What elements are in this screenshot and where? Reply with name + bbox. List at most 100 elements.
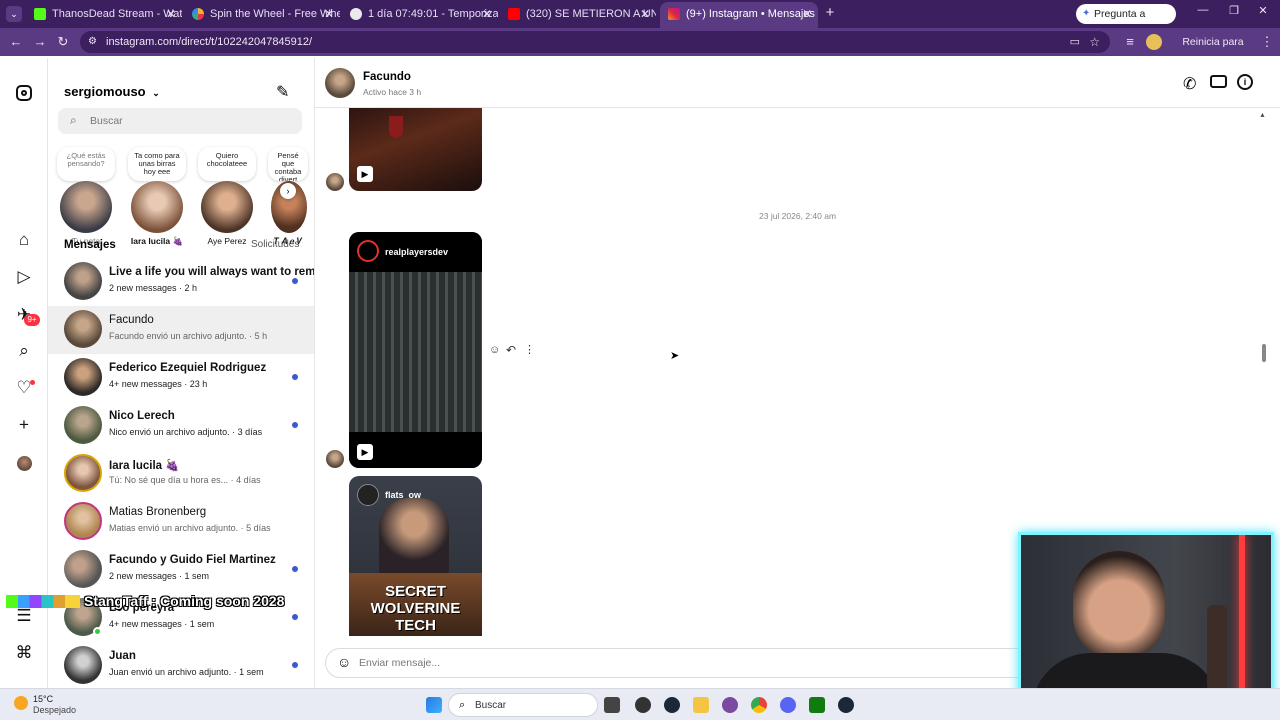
requests-link[interactable]: Solicitudes <box>251 239 299 250</box>
note-bubble: ¿Qué estás pensando? <box>57 147 115 181</box>
taskbar-search-label: Buscar <box>475 700 507 711</box>
profile-avatar[interactable] <box>1146 34 1162 50</box>
scroll-up-arrow[interactable]: ▲ <box>1259 112 1266 119</box>
discord-icon[interactable] <box>780 697 796 713</box>
close-tab-icon[interactable]: ✕ <box>802 2 812 26</box>
tab-thanosdead[interactable]: ThanosDead Stream - Watch Li... ✕ <box>26 4 182 24</box>
avatar <box>64 646 102 684</box>
conversation-row[interactable]: Iara lucila 🍇 Tú: No sé que día u hora e… <box>48 450 314 498</box>
menu-kebab-icon[interactable]: ⋮ <box>1259 34 1275 50</box>
app-icon[interactable] <box>722 697 738 713</box>
emoji-picker-icon[interactable]: ☺ <box>337 654 351 670</box>
gemini-button[interactable]: ✦ Pregunta a Gemini <box>1076 4 1176 40</box>
composer-placeholder: Enviar mensaje... <box>359 657 441 669</box>
conversation-preview: 4+ new messages · 23 h <box>109 379 208 389</box>
home-icon[interactable]: ⌂ <box>14 230 34 250</box>
steam-icon[interactable] <box>838 697 854 713</box>
close-window-icon[interactable]: ✕ <box>1256 4 1270 18</box>
tab-search-icon[interactable]: ⌄ <box>6 6 22 22</box>
file-explorer-icon[interactable] <box>693 697 709 713</box>
water-bottle <box>1207 605 1227 691</box>
update-button[interactable]: Reinicia para actualizar <box>1168 31 1258 70</box>
address-bar[interactable]: ⚙ instagram.com/direct/t/102242047845912… <box>80 31 1110 53</box>
restore-icon[interactable]: ❐ <box>1227 4 1241 18</box>
activity-dot <box>30 380 35 385</box>
scrollbar-thumb[interactable] <box>1262 344 1266 362</box>
search-icon[interactable]: ⌕ <box>14 341 34 361</box>
new-message-icon[interactable]: ✎ <box>276 82 289 102</box>
back-icon[interactable]: ← <box>8 34 24 50</box>
contact-name[interactable]: Facundo <box>363 71 411 83</box>
conversation-row-active[interactable]: Facundo Facundo envió un archivo adjunto… <box>48 306 314 354</box>
search-input[interactable]: ⌕ Buscar <box>58 108 302 134</box>
avatar <box>64 358 102 396</box>
install-app-icon[interactable]: ▭ <box>1070 31 1080 53</box>
reels-icon[interactable]: ▷ <box>14 267 34 287</box>
close-tab-icon[interactable]: ✕ <box>166 4 176 24</box>
close-tab-icon[interactable]: ✕ <box>324 4 334 24</box>
reel-thumbnail[interactable]: ▶ <box>349 108 482 191</box>
reel-thumbnail[interactable]: flats_ow SECRET WOLVERINE TECH <box>349 476 482 636</box>
contact-avatar[interactable] <box>325 68 355 98</box>
create-icon[interactable]: + <box>14 415 34 435</box>
extensions-icon[interactable]: ≡ <box>1122 34 1138 50</box>
tab-spin-wheel[interactable]: Spin the Wheel - Free Wheel Sp... ✕ <box>184 4 340 24</box>
tab-instagram[interactable]: (9+) Instagram • Mensajes ✕ <box>660 2 818 28</box>
info-icon[interactable]: i <box>1237 74 1253 90</box>
unread-dot <box>292 614 298 620</box>
xbox-icon[interactable] <box>809 697 825 713</box>
conversation-row[interactable]: Nico Lerech Nico envió un archivo adjunt… <box>48 402 314 450</box>
more-menu-icon[interactable]: ☰ <box>14 606 34 626</box>
conversation-preview: Nico envió un archivo adjunto. · 3 días <box>109 427 263 437</box>
steam-icon[interactable] <box>664 697 680 713</box>
weather-icon[interactable] <box>14 696 28 710</box>
close-tab-icon[interactable]: ✕ <box>640 4 650 24</box>
conversation-preview: 2 new messages · 2 h <box>109 283 198 293</box>
sender-avatar <box>326 173 344 191</box>
video-call-icon[interactable] <box>1210 75 1227 88</box>
tab-youtube[interactable]: (320) SE METIERON A UNA CU... ✕ <box>500 4 656 24</box>
conversation-row[interactable]: Federico Ezequiel Rodriguez 4+ new messa… <box>48 354 314 402</box>
reload-icon[interactable]: ↻ <box>55 34 71 50</box>
phone-icon[interactable]: ✆ <box>1183 74 1196 94</box>
tab-title: Spin the Wheel - Free Wheel Sp... <box>210 8 340 20</box>
chrome-icon[interactable] <box>751 697 767 713</box>
conversation-preview: Matias envió un archivo adjunto. · 5 día… <box>109 523 271 533</box>
react-emoji-icon[interactable]: ☺ <box>489 344 500 356</box>
mouse-cursor: ➤ <box>670 350 680 362</box>
taskbar-search[interactable]: ⌕ Buscar <box>448 693 598 717</box>
streamer-head <box>1073 551 1165 659</box>
conversation-row[interactable]: Juan Juan envió un archivo adjunto. · 1 … <box>48 642 314 688</box>
note-bubble: Quiero chocolateee <box>198 147 256 181</box>
start-windows-icon[interactable] <box>426 697 442 713</box>
new-tab-icon[interactable]: + <box>822 5 838 21</box>
more-options-icon[interactable]: ⋮ <box>524 343 535 356</box>
conversation-name: Nico Lerech <box>109 410 175 422</box>
close-tab-icon[interactable]: ✕ <box>482 4 492 24</box>
avatar <box>201 181 253 233</box>
reply-icon[interactable]: ↶ <box>506 343 516 357</box>
site-info-icon[interactable]: ⚙ <box>88 31 97 53</box>
forward-icon[interactable]: → <box>32 34 48 50</box>
task-view-icon[interactable] <box>604 697 620 713</box>
windows-taskbar: 15°C Despejado ⌕ Buscar <box>0 688 1280 720</box>
conversation-name: Facundo y Guido Fiel Martinez <box>109 554 276 566</box>
instagram-logo-icon[interactable] <box>14 83 34 103</box>
instagram-nav-rail: ⌂ ▷ ✈ 9+ ⌕ ♡ + ☰ ⌘ <box>0 58 48 688</box>
instagram-icon <box>668 8 680 20</box>
bookmark-star-icon[interactable]: ☆ <box>1089 31 1100 53</box>
note-bubble: Ta como para unas birras hoy eee <box>128 147 186 181</box>
reel-thumbnail[interactable]: realplayersdev ▶ <box>349 232 482 468</box>
conversation-row[interactable]: Live a life you will always want to reme… <box>48 258 314 306</box>
minimize-icon[interactable]: — <box>1196 4 1210 18</box>
tab-timer[interactable]: 1 día 07:49:01 - Temporizador ... ✕ <box>342 4 498 24</box>
conversation-preview: 4+ new messages · 1 sem <box>109 619 215 629</box>
conversation-row[interactable]: Facundo y Guido Fiel Martinez 2 new mess… <box>48 546 314 594</box>
obs-icon[interactable] <box>635 697 651 713</box>
account-switcher[interactable]: sergiomouso ⌄ <box>64 84 160 99</box>
message-timestamp: 23 jul 2026, 2:40 am <box>759 211 837 221</box>
conversation-row[interactable]: Matias Bronenberg Matias envió un archiv… <box>48 498 314 546</box>
notes-next-arrow[interactable]: › <box>280 183 296 199</box>
meta-apps-icon[interactable]: ⌘ <box>14 643 34 663</box>
profile-avatar[interactable] <box>17 456 32 471</box>
